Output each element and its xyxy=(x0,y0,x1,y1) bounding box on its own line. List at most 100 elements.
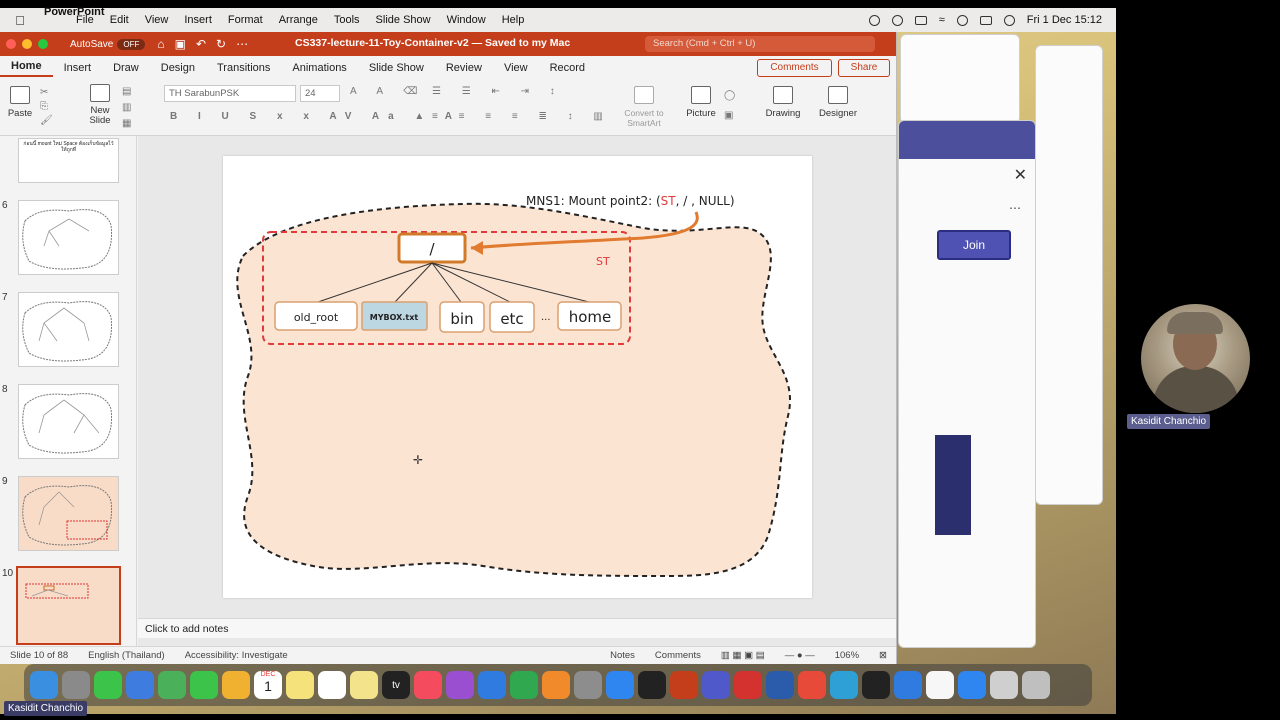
edge-icon[interactable] xyxy=(830,671,858,699)
maps-icon[interactable] xyxy=(158,671,186,699)
tab-slide-show[interactable]: Slide Show xyxy=(358,62,435,74)
background-window-right[interactable] xyxy=(1035,45,1103,505)
join-button[interactable]: Join xyxy=(937,230,1011,260)
calendar-icon[interactable]: DEC 1 xyxy=(254,671,282,699)
document-title[interactable]: CS337-lecture-11-Toy-Container-v2 — Save… xyxy=(295,37,570,49)
photos-icon[interactable] xyxy=(222,671,250,699)
font-name-select[interactable]: TH SarabunPSK xyxy=(164,85,296,102)
tv-icon[interactable]: tv xyxy=(382,671,410,699)
menu-insert[interactable]: Insert xyxy=(176,14,220,26)
info-icon[interactable] xyxy=(891,14,903,26)
inkscape-icon[interactable] xyxy=(862,671,890,699)
numbers-icon[interactable] xyxy=(510,671,538,699)
search-input[interactable]: Search (Cmd + Ctrl + U) xyxy=(645,36,875,52)
clock[interactable]: Fri 1 Dec 15:12 xyxy=(1027,14,1102,26)
font-size-icons[interactable]: A A ⌫ xyxy=(350,86,426,97)
clipboard-icons[interactable]: ✂ ⎘ 🖌 xyxy=(40,86,60,128)
zoom-level[interactable]: 106% xyxy=(825,650,869,661)
notes-icon[interactable] xyxy=(286,671,314,699)
more-icon[interactable]: ⋯ xyxy=(1009,201,1021,215)
spotlight-icon[interactable] xyxy=(956,14,968,26)
thumbnail-10[interactable] xyxy=(16,566,121,645)
tab-animations[interactable]: Animations xyxy=(281,62,357,74)
settings-icon[interactable] xyxy=(574,671,602,699)
appstore-icon[interactable] xyxy=(606,671,634,699)
menu-edit[interactable]: Edit xyxy=(102,14,137,26)
minimize-window-icon[interactable] xyxy=(22,39,32,49)
quick-access-icons[interactable]: ⌂▣↶↻⋯ xyxy=(157,37,258,51)
thumbnail-6[interactable] xyxy=(18,200,119,275)
accessibility-status[interactable]: Accessibility: Investigate xyxy=(175,650,298,661)
menu-slide-show[interactable]: Slide Show xyxy=(368,14,439,26)
teams-icon[interactable] xyxy=(702,671,730,699)
notes-pane[interactable]: Click to add notes xyxy=(138,618,896,638)
font-size-select[interactable]: 24 xyxy=(300,85,340,102)
tab-record[interactable]: Record xyxy=(539,62,596,74)
tab-insert[interactable]: Insert xyxy=(53,62,103,74)
close-icon[interactable]: ✕ xyxy=(1014,165,1027,185)
reminders-icon[interactable] xyxy=(318,671,346,699)
menu-help[interactable]: Help xyxy=(494,14,533,26)
podcasts-icon[interactable] xyxy=(446,671,474,699)
vscode-icon[interactable] xyxy=(894,671,922,699)
thumbnail-8[interactable] xyxy=(18,384,119,459)
new-slide-button[interactable]: New Slide xyxy=(84,84,116,126)
facetime-icon[interactable] xyxy=(190,671,218,699)
autosave-toggle[interactable]: OFF xyxy=(117,38,146,50)
apple-icon[interactable]:  xyxy=(0,13,40,28)
menu-tools[interactable]: Tools xyxy=(326,14,368,26)
background-window[interactable] xyxy=(900,34,1020,124)
fit-slide-icon[interactable]: ⊠ xyxy=(869,650,896,661)
tab-draw[interactable]: Draw xyxy=(102,62,150,74)
notes-toggle[interactable]: Notes xyxy=(600,650,645,661)
tab-transitions[interactable]: Transitions xyxy=(206,62,281,74)
control-center-icon[interactable] xyxy=(979,15,992,25)
align-icons[interactable]: ≡ ≡ ≡ ≡ ≣ ↕ ▥ xyxy=(432,111,612,122)
terminal-icon[interactable] xyxy=(638,671,666,699)
menu-view[interactable]: View xyxy=(137,14,177,26)
stickies-icon[interactable] xyxy=(350,671,378,699)
picture-button[interactable]: Picture xyxy=(684,86,718,119)
paste-button[interactable]: Paste xyxy=(6,86,34,119)
finder-icon[interactable] xyxy=(30,671,58,699)
menu-file[interactable]: File xyxy=(68,14,102,26)
chrome-icon[interactable] xyxy=(798,671,826,699)
language[interactable]: English (Thailand) xyxy=(78,650,175,661)
shapes-icons[interactable]: ◯ ▣ xyxy=(724,86,735,126)
safari-icon[interactable] xyxy=(958,671,986,699)
powerpoint-icon[interactable] xyxy=(670,671,698,699)
designer-button[interactable]: Designer xyxy=(818,86,858,119)
menu-format[interactable]: Format xyxy=(220,14,271,26)
convert-smartart-button[interactable]: Convert to SmartArt xyxy=(620,86,668,128)
list-icons[interactable]: ☰ ☰ ⇤ ⇥ ↕ xyxy=(432,86,564,97)
share-button[interactable]: Share xyxy=(838,59,890,77)
tab-design[interactable]: Design xyxy=(150,62,206,74)
siri-icon[interactable] xyxy=(1003,14,1015,26)
slide[interactable]: MNS1: Mount point2: (ST, / , NULL) / ST … xyxy=(223,156,812,598)
thumbnail-5[interactable]: ก่อนนี้ mount ใหม่ Space ต้องเก็บข้อมูลไ… xyxy=(18,138,119,183)
messages-icon[interactable] xyxy=(94,671,122,699)
screen-record-icon[interactable] xyxy=(868,14,880,26)
text-format-icons[interactable]: B I U S x x AV Aa ▲ A xyxy=(170,111,461,122)
launchpad-icon[interactable] xyxy=(62,671,90,699)
keynote-icon[interactable] xyxy=(478,671,506,699)
tab-home[interactable]: Home xyxy=(0,60,53,77)
teams-window[interactable]: ✕ ⋯ Join xyxy=(898,120,1036,648)
view-icons[interactable]: ▥ ▦ ▣ ▤ xyxy=(711,650,775,661)
thumbnail-9[interactable] xyxy=(18,476,119,551)
zoom-slider[interactable]: — ● — xyxy=(775,650,825,661)
battery-icon[interactable] xyxy=(914,15,927,25)
close-window-icon[interactable] xyxy=(6,39,16,49)
wifi-icon[interactable]: ≈ xyxy=(939,14,945,26)
thumbnail-7[interactable] xyxy=(18,292,119,367)
zoom-window-icon[interactable] xyxy=(38,39,48,49)
trash-icon[interactable] xyxy=(1022,671,1050,699)
mail-icon[interactable] xyxy=(126,671,154,699)
menu-window[interactable]: Window xyxy=(439,14,494,26)
word-icon[interactable] xyxy=(766,671,794,699)
tab-view[interactable]: View xyxy=(493,62,539,74)
participant-video[interactable] xyxy=(1141,304,1250,413)
preview-icon[interactable] xyxy=(990,671,1018,699)
layout-icons[interactable]: ▤ ▥ ▦ xyxy=(122,84,146,132)
pages-icon[interactable] xyxy=(542,671,570,699)
